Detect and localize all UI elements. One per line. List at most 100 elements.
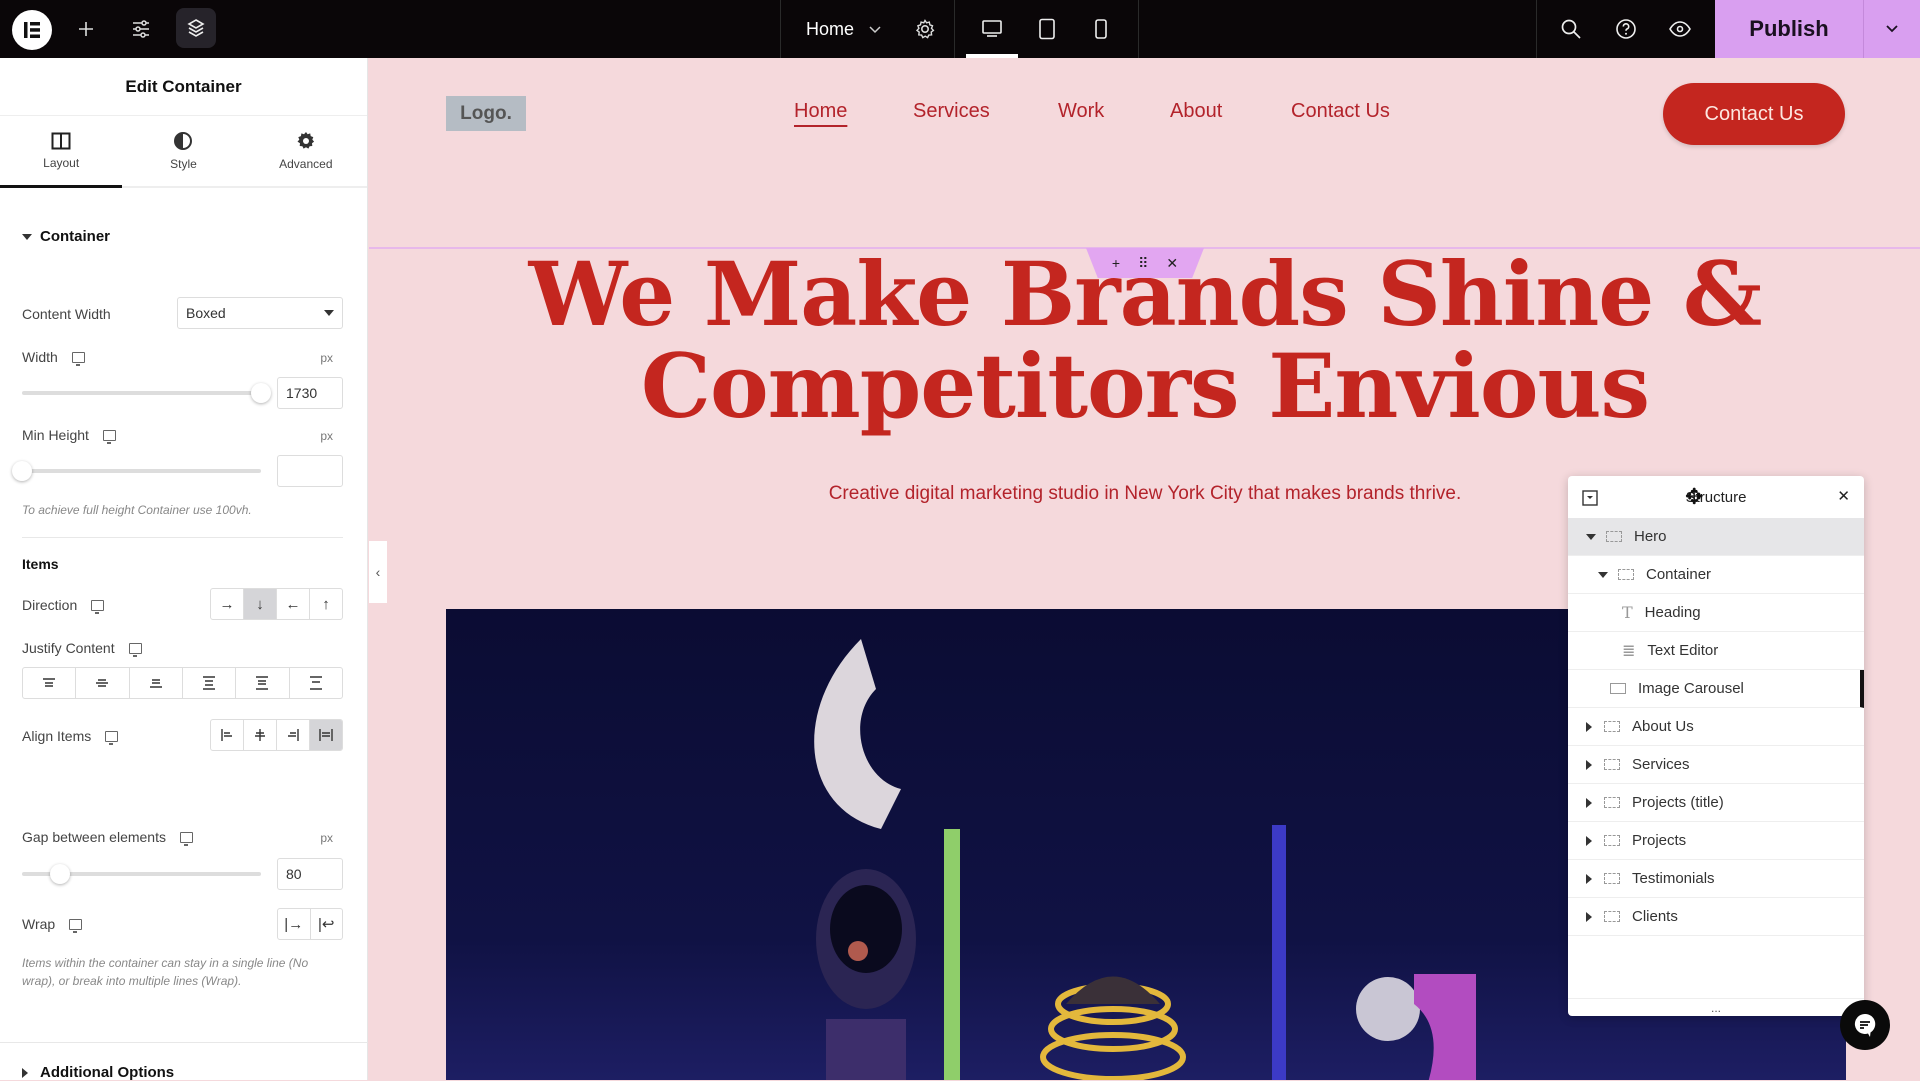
caret-right-icon[interactable]: [1586, 911, 1592, 922]
align-center-button[interactable]: [244, 720, 277, 750]
nav-link-about[interactable]: About: [1170, 100, 1222, 123]
structure-item-label: About Us: [1632, 718, 1694, 735]
gap-input[interactable]: 80: [277, 858, 343, 890]
gap-unit-select[interactable]: px: [320, 831, 333, 845]
align-center-icon: [255, 729, 265, 741]
divider: [0, 1042, 368, 1043]
structure-resize-handle[interactable]: ...: [1568, 998, 1864, 1016]
container-icon: [1606, 531, 1622, 542]
width-slider-handle[interactable]: [251, 383, 271, 403]
justify-end-button[interactable]: [130, 668, 183, 698]
site-logo[interactable]: Logo.: [446, 96, 526, 131]
min-height-label: Min Height: [22, 427, 116, 444]
direction-column-reverse-button[interactable]: ↑: [310, 589, 342, 619]
structure-item[interactable]: Image Carousel: [1568, 670, 1864, 708]
structure-item[interactable]: Services: [1568, 746, 1864, 784]
caret-right-icon[interactable]: [1586, 759, 1592, 770]
justify-center-button[interactable]: [76, 668, 130, 698]
align-stretch-button[interactable]: [310, 720, 342, 750]
structure-item[interactable]: Projects (title): [1568, 784, 1864, 822]
structure-button[interactable]: [176, 8, 216, 48]
nav-link-contact[interactable]: Contact Us: [1291, 100, 1390, 123]
desktop-icon: [71, 351, 85, 366]
gap-slider-handle[interactable]: [50, 864, 70, 884]
add-element-icon[interactable]: +: [1112, 255, 1120, 271]
nav-link-work[interactable]: Work: [1058, 100, 1104, 123]
align-start-button[interactable]: [211, 720, 244, 750]
caret-right-icon[interactable]: [1586, 873, 1592, 884]
direction-column-button[interactable]: ↓: [244, 589, 277, 619]
desktop-view-button[interactable]: [976, 0, 1008, 58]
mobile-view-button[interactable]: [1086, 0, 1116, 58]
structure-item[interactable]: Hero: [1568, 518, 1864, 556]
width-unit-select[interactable]: px: [320, 351, 333, 365]
caret-down-icon[interactable]: [1586, 533, 1596, 540]
structure-item[interactable]: Clients: [1568, 898, 1864, 936]
structure-item[interactable]: ≣ Text Editor: [1568, 632, 1864, 670]
nav-link-home[interactable]: Home: [794, 100, 847, 123]
page-selector[interactable]: Home: [806, 0, 882, 58]
min-height-slider-handle[interactable]: [12, 461, 32, 481]
nav-link-services[interactable]: Services: [913, 100, 990, 123]
caret-right-icon[interactable]: [1586, 797, 1592, 808]
structure-item[interactable]: Testimonials: [1568, 860, 1864, 898]
chat-bubble-icon: [1854, 1013, 1876, 1037]
structure-item[interactable]: About Us: [1568, 708, 1864, 746]
publish-button[interactable]: Publish: [1715, 0, 1863, 58]
page-name: Home: [806, 18, 855, 39]
justify-start-button[interactable]: [23, 668, 77, 698]
tablet-view-button[interactable]: [1032, 0, 1062, 58]
structure-header[interactable]: Structure ✥ ✕: [1568, 476, 1864, 518]
min-height-slider[interactable]: [22, 469, 261, 473]
content-width-select[interactable]: Boxed: [177, 297, 343, 329]
help-button[interactable]: [1611, 0, 1641, 58]
width-input[interactable]: 1730: [277, 377, 343, 409]
structure-item-label: Heading: [1644, 604, 1701, 621]
direction-row-reverse-button[interactable]: ←: [277, 589, 310, 619]
heading-icon: T: [1622, 603, 1633, 622]
align-start-icon: [221, 729, 232, 741]
no-wrap-button[interactable]: |→: [278, 909, 311, 939]
elementor-logo-icon[interactable]: [12, 10, 52, 50]
tab-advanced[interactable]: Advanced: [245, 116, 367, 186]
wrap-button[interactable]: |↩: [311, 909, 343, 939]
delete-container-icon[interactable]: ✕: [1166, 255, 1178, 272]
select-value: Boxed: [186, 305, 226, 321]
caret-right-icon[interactable]: [1586, 835, 1592, 846]
site-settings-button[interactable]: [124, 0, 158, 58]
publish-options-button[interactable]: [1863, 0, 1920, 58]
direction-row-button[interactable]: →: [211, 589, 244, 619]
justify-space-around-button[interactable]: [236, 668, 290, 698]
structure-item-label: Services: [1632, 756, 1690, 773]
caret-right-icon[interactable]: [1586, 721, 1592, 732]
justify-space-evenly-button[interactable]: [290, 668, 342, 698]
structure-item[interactable]: T Heading: [1568, 594, 1864, 632]
drag-handle-icon[interactable]: ⠿: [1138, 255, 1148, 272]
align-end-button[interactable]: [277, 720, 310, 750]
min-height-input[interactable]: [277, 455, 343, 487]
add-element-button[interactable]: [70, 0, 102, 58]
structure-item[interactable]: Projects: [1568, 822, 1864, 860]
caret-down-icon[interactable]: [1598, 571, 1608, 578]
additional-options-toggle[interactable]: Additional Options: [22, 1064, 174, 1081]
structure-panel: Structure ✥ ✕ Hero Container T Heading ≣ Text…: [1568, 476, 1864, 1016]
tab-style[interactable]: Style: [122, 116, 244, 186]
page-settings-button[interactable]: [910, 0, 940, 58]
justify-space-evenly-icon: [309, 676, 322, 690]
section-container-toggle[interactable]: Container: [22, 228, 110, 245]
tab-layout[interactable]: Layout: [0, 116, 123, 188]
wrap-control: |→ |↩: [277, 908, 343, 940]
search-button[interactable]: [1556, 0, 1586, 58]
min-height-unit-select[interactable]: px: [320, 429, 333, 443]
close-icon[interactable]: ✕: [1837, 487, 1850, 505]
preview-button[interactable]: [1665, 0, 1695, 58]
carousel-icon: [1610, 683, 1626, 694]
justify-space-between-button[interactable]: [183, 668, 237, 698]
contact-us-button[interactable]: Contact Us: [1663, 83, 1845, 145]
structure-item[interactable]: Container: [1568, 556, 1864, 594]
tab-label: Advanced: [279, 157, 333, 171]
width-slider[interactable]: [22, 391, 261, 395]
collapse-panel-icon[interactable]: [1582, 490, 1598, 506]
chat-help-button[interactable]: [1840, 1000, 1890, 1050]
collapse-panel-button[interactable]: ‹: [369, 541, 387, 603]
